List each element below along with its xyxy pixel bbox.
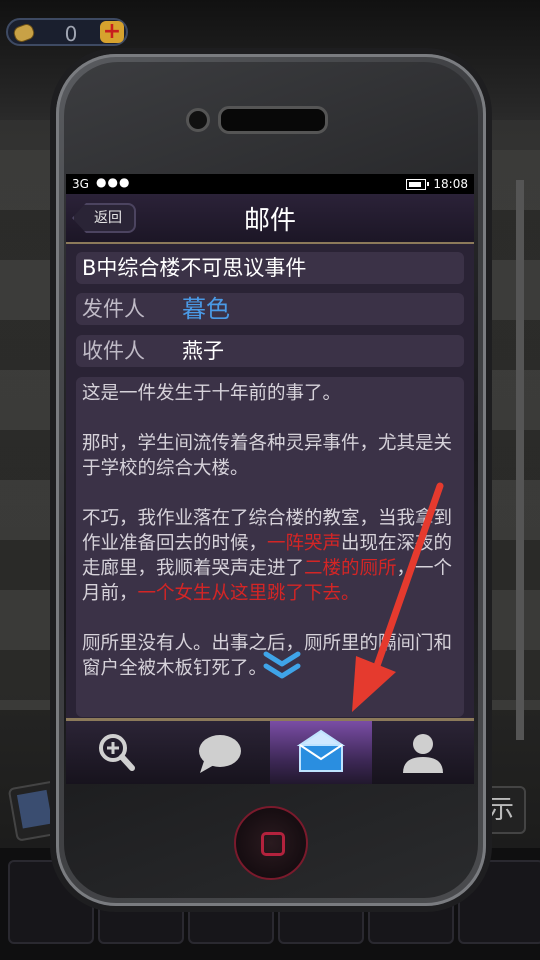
sender-name: 暮色	[182, 295, 230, 323]
email-body[interactable]: 这是一件发生于十年前的事了。 那时，学生间流传着各种灵异事件，尤其是关于学校的综…	[76, 377, 464, 717]
body-paragraph: 这是一件发生于十年前的事了。	[82, 383, 342, 404]
background-wall-right	[480, 150, 540, 710]
body-paragraph: 不巧，我作业落在了综合楼的教室，当我拿到作业准备回去的时候，一阵哭声出现在深夜的…	[82, 506, 460, 606]
network-type: 3G	[72, 177, 89, 191]
home-square-icon	[261, 832, 285, 856]
highlighted-clue: 一阵哭声	[267, 533, 342, 554]
coin-count: 0	[64, 22, 78, 46]
battery-tip	[427, 182, 429, 186]
coin-icon	[11, 22, 37, 44]
email-view: B中综合楼不可思议事件 发件人 暮色 收件人 燕子 这是一件发生于十年前的事了。…	[66, 244, 474, 718]
phone-screen: 3G ●●● 18:08 返回 邮件 B中综合楼不可思议事件 发件人 暮色 收件…	[66, 174, 474, 784]
background-pipe	[516, 180, 524, 740]
tab-chat[interactable]	[168, 721, 270, 784]
battery-icon	[406, 179, 426, 190]
tab-search[interactable]	[66, 721, 168, 784]
signal-dots: ●●●	[96, 175, 131, 189]
mail-header: 返回 邮件	[66, 194, 474, 244]
tab-bar	[66, 718, 474, 784]
email-subject: B中综合楼不可思议事件	[76, 252, 464, 284]
home-button[interactable]	[234, 806, 308, 880]
highlighted-clue: 一个女生从这里跳了下去。	[137, 583, 360, 604]
scroll-down-chevron-icon[interactable]	[262, 650, 302, 680]
highlighted-clue: 二楼的厕所	[304, 558, 397, 579]
person-icon	[403, 734, 443, 773]
add-coins-button[interactable]: +	[100, 21, 124, 43]
page-title: 邮件	[243, 206, 296, 236]
speech-bubble-icon	[199, 735, 241, 773]
speaker-grill	[218, 106, 328, 134]
recipient-label: 收件人	[82, 339, 145, 363]
background-wall-left	[0, 150, 60, 710]
coin-counter: 0 +	[6, 18, 128, 46]
sender-row: 发件人 暮色	[76, 293, 464, 325]
sender-label: 发件人	[82, 297, 145, 321]
recipient-row: 收件人 燕子	[76, 335, 464, 367]
status-bar: 3G ●●● 18:08	[66, 174, 474, 194]
magnifier-plus-icon	[99, 734, 135, 771]
camera-icon	[186, 108, 210, 132]
envelope-icon	[296, 729, 346, 772]
clock: 18:08	[433, 177, 468, 191]
tab-contacts[interactable]	[372, 721, 474, 784]
tab-mail[interactable]	[270, 721, 372, 784]
body-paragraph: 那时，学生间流传着各种灵异事件，尤其是关于学校的综合大楼。	[82, 433, 453, 479]
recipient-name: 燕子	[182, 339, 224, 363]
